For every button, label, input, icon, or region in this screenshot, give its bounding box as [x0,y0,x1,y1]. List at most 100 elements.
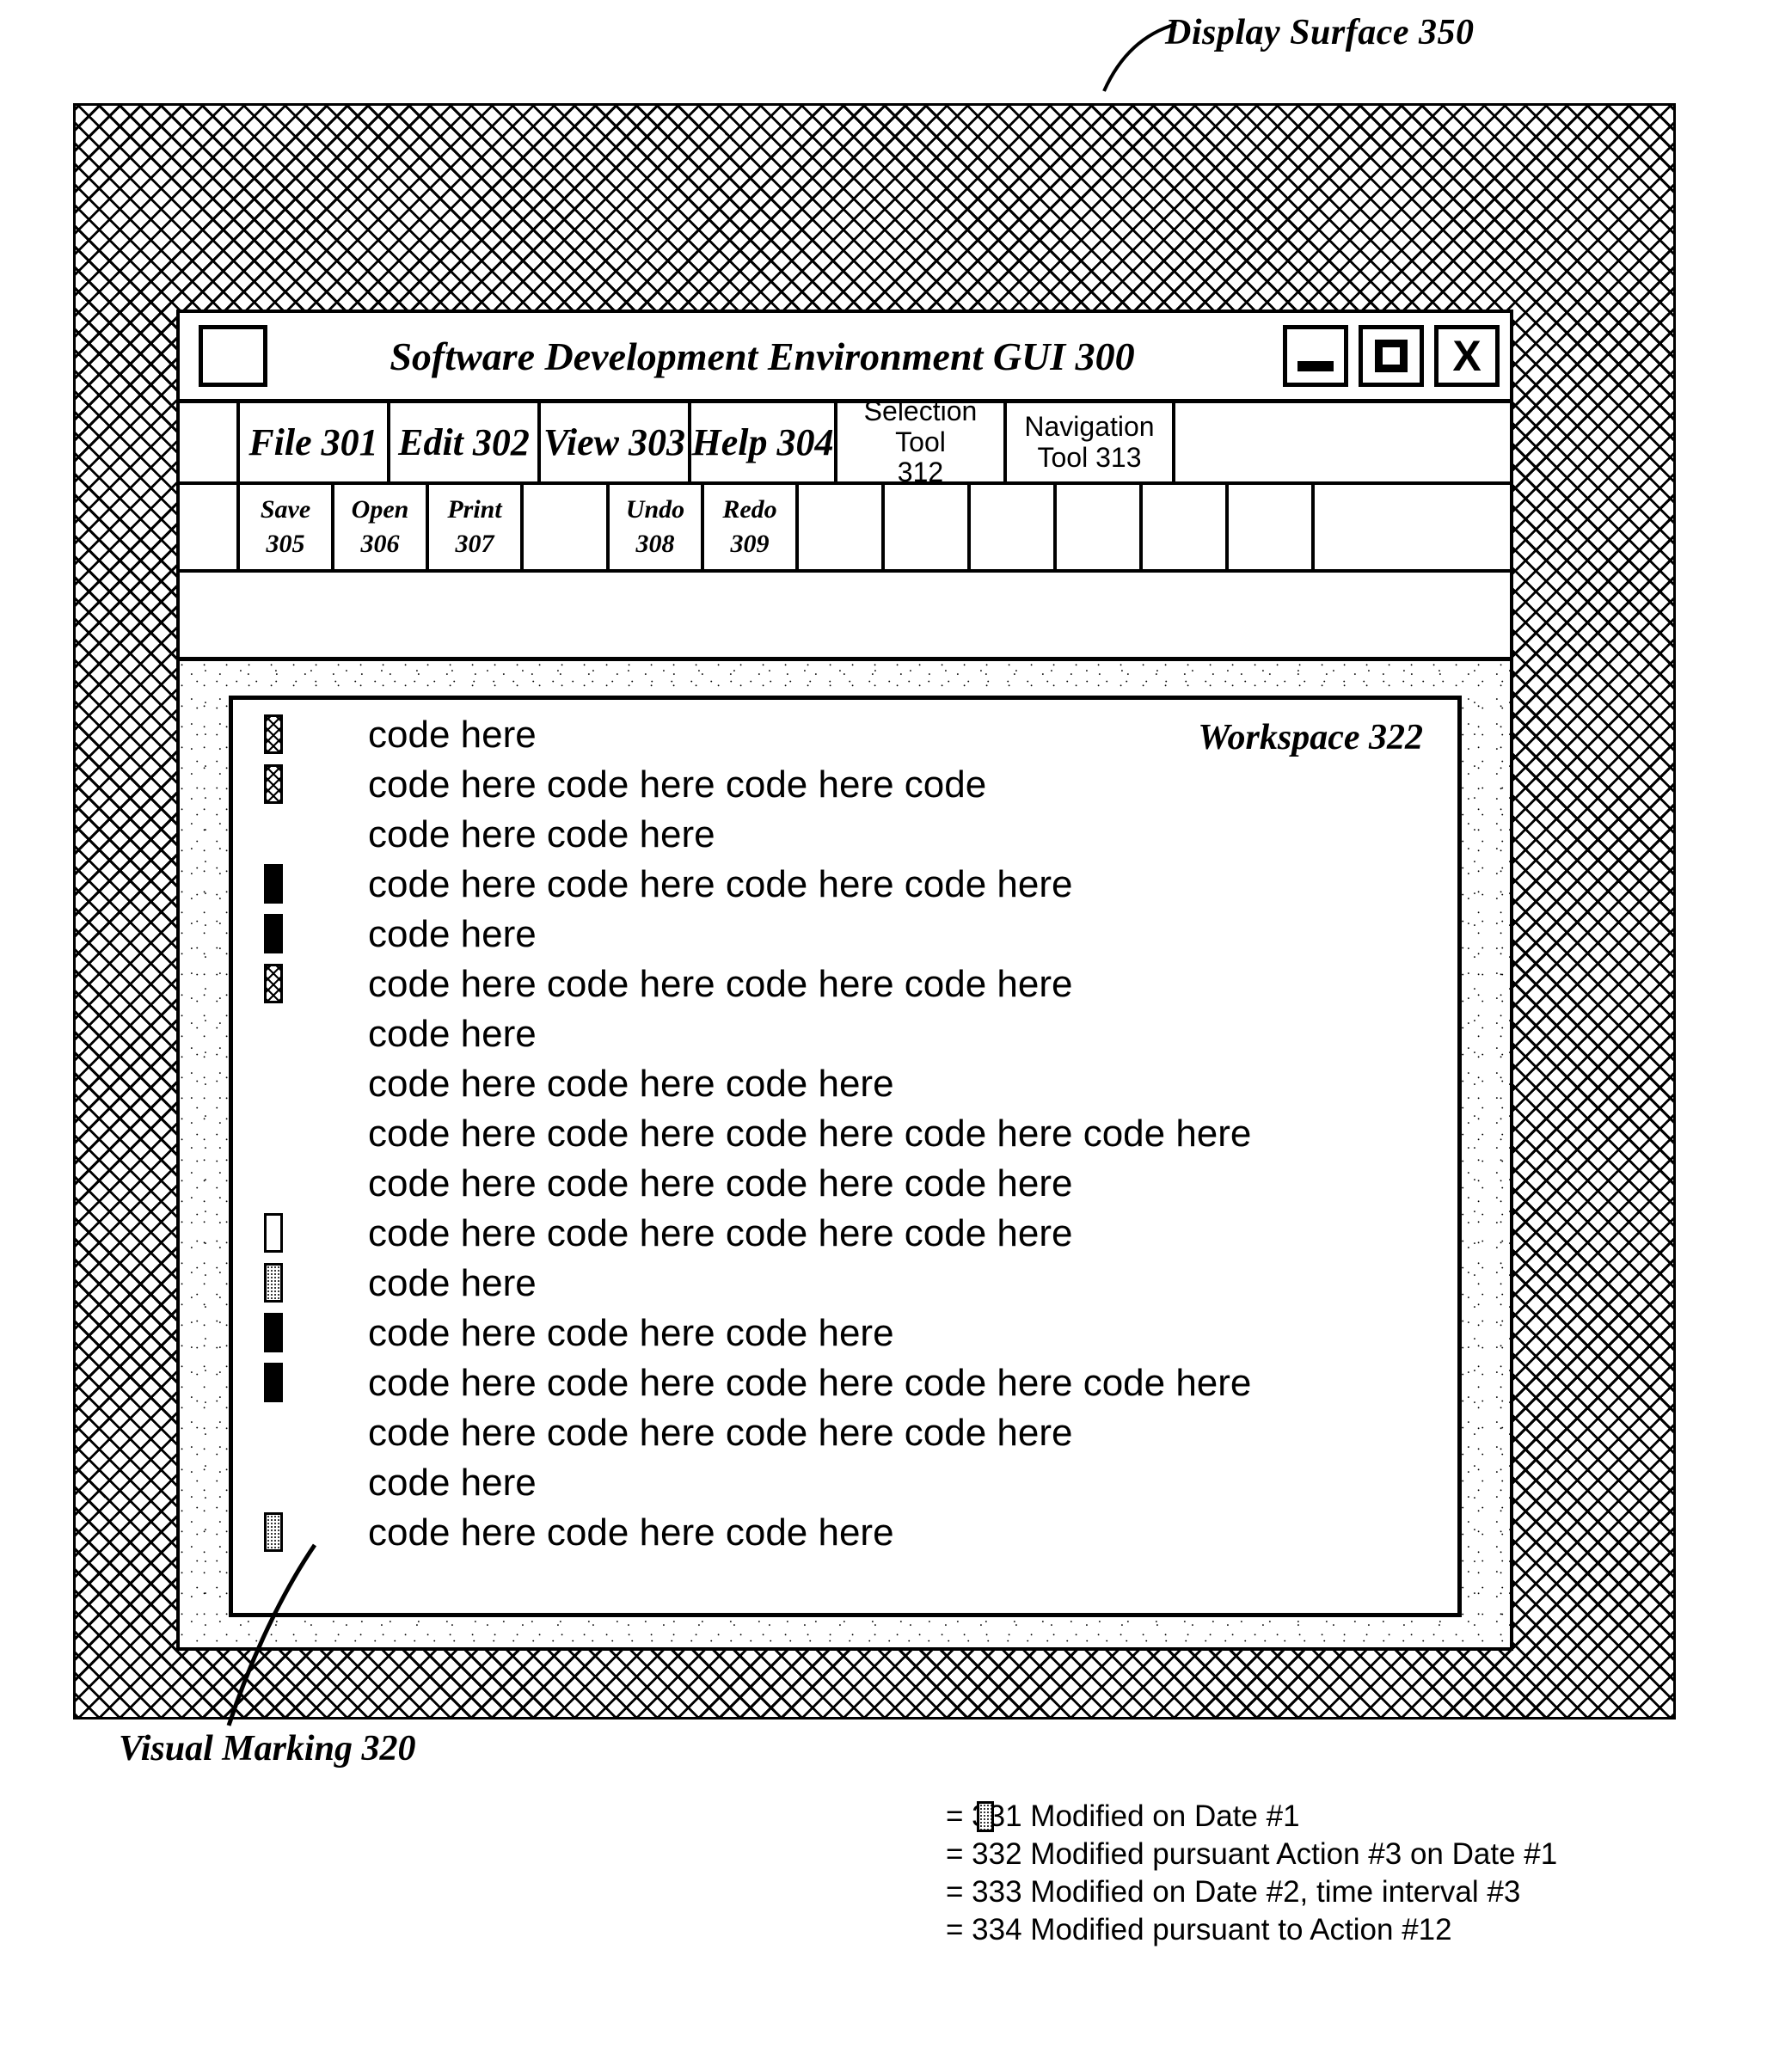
code-line[interactable]: code here [233,1259,1457,1309]
toolbar-redo-number: 309 [730,530,770,558]
code-line-text: code here code here code here code here [368,963,1073,1005]
menu-item-selection-tool[interactable]: Selection Tool 312 [837,395,1007,487]
marker-solid-331-icon[interactable] [264,1363,283,1402]
menu-item-edit[interactable]: Edit 302 [390,403,541,481]
tool-bar-left-spacer [180,485,240,569]
toolbar-button-print[interactable]: Print 307 [429,485,524,569]
code-line[interactable]: code here [233,910,1457,959]
toolbar-button-redo[interactable]: Redo 309 [704,485,799,569]
toolbar-button-empty-6[interactable] [1143,485,1229,569]
code-line-text: code here code here code here [368,1511,894,1554]
code-line-text: code here [368,1262,537,1304]
workspace-pane[interactable]: Workspace 322 code here code here code he… [229,696,1462,1617]
legend-row: = 332 Modified pursuant Action #3 on Dat… [946,1801,1558,1873]
legend-row-text: = 332 Modified pursuant Action #3 on Dat… [946,1836,1558,1871]
toolbar-save-label: Save [260,495,311,524]
menu-bar: File 301 Edit 302 View 303 Help 304 Sele… [180,395,1510,487]
toolbar-save-number: 305 [266,530,305,558]
menu-item-file[interactable]: File 301 [240,403,390,481]
window-title: Software Development Environment GUI 300 [390,334,1135,378]
navigation-tool-line2: Tool 313 [1037,441,1142,473]
code-line[interactable]: code here code here code here code here [233,1159,1457,1209]
toolbar-print-label: Print [447,495,502,524]
code-line[interactable]: code here code here code here code here [233,860,1457,910]
menu-item-help-label: Help 304 [691,421,834,463]
display-surface-callout-label: Display Surface 350 [1165,13,1475,52]
toolbar-button-empty-5[interactable] [1057,485,1143,569]
visual-marking-callout-label: Visual Marking 320 [119,1729,416,1769]
toolbar-button-undo[interactable]: Undo 308 [610,485,704,569]
visual-marking-leader-line [226,1543,317,1726]
code-line[interactable]: code here code here code here code here [233,1209,1457,1259]
code-line-text: code here code here code here code here [368,1412,1073,1454]
tool-bar: Save 305 Open 306 Print 307 Undo 308 Red… [180,485,1510,573]
close-icon: X [1452,332,1481,380]
menu-item-view[interactable]: View 303 [541,403,691,481]
menu-item-help[interactable]: Help 304 [691,403,837,481]
code-line-text: code here code here code here code [368,763,987,806]
toolbar-button-empty-4[interactable] [971,485,1057,569]
code-line[interactable]: code here code here code here code here [233,959,1457,1009]
code-line[interactable]: code here code here [233,810,1457,860]
code-line-text: code here [368,714,537,756]
title-bar: Software Development Environment GUI 300… [180,313,1510,403]
legend-row: = 334 Modified pursuant to Action #12 [946,1801,1557,1948]
close-button[interactable]: X [1434,325,1500,387]
code-line-text: code here code here code here code here [368,863,1073,905]
application-window: Software Development Environment GUI 300… [176,310,1513,1651]
code-line[interactable]: code here [233,1009,1457,1059]
minimize-button[interactable] [1283,325,1348,387]
code-line[interactable]: code here code here code here [233,1309,1457,1358]
menu-item-edit-label: Edit 302 [398,421,530,463]
code-line[interactable]: code here [233,1458,1457,1508]
marker-hatched-332-icon[interactable] [264,964,283,1003]
selection-tool-line2: 312 [897,457,944,488]
marker-hollow-333-icon[interactable] [264,1213,283,1253]
menu-item-navigation-tool[interactable]: Navigation Tool 313 [1007,403,1175,481]
legend-row-text: = 334 Modified pursuant to Action #12 [946,1912,1452,1946]
marker-stippled-334-icon[interactable] [264,1263,283,1303]
menu-bar-right-spacer [1175,403,1510,481]
code-line[interactable]: code here [233,710,1457,760]
code-line[interactable]: code here code here code here code here [233,1408,1457,1458]
code-line-text: code here code here code here code here [368,1162,1073,1205]
code-line[interactable]: code here code here code here [233,1508,1457,1558]
code-line-text: code here code here [368,813,715,855]
code-line[interactable]: code here code here code here code [233,760,1457,810]
code-line-text: code here code here code here code here … [368,1362,1252,1404]
tool-bar-right-spacer [1315,485,1510,569]
code-line-text: code here code here code here [368,1312,894,1354]
toolbar-button-empty-7[interactable] [1229,485,1315,569]
code-line-text: code here code here code here [368,1063,894,1105]
marker-solid-331-icon[interactable] [264,864,283,904]
code-line[interactable]: code here code here code here code here … [233,1109,1457,1159]
legend-row-text: = 331 Modified on Date #1 [946,1799,1300,1833]
marker-hatched-332-icon[interactable] [264,764,283,804]
marker-solid-331-icon[interactable] [264,1313,283,1352]
toolbar-undo-label: Undo [625,495,685,524]
selection-tool-line1: Selection Tool [863,395,978,457]
menu-bar-left-spacer [180,403,240,481]
code-line-text: code here code here code here code here … [368,1113,1252,1155]
maximize-icon [1375,340,1408,372]
navigation-tool-line1: Navigation [1024,410,1155,442]
marker-solid-331-icon[interactable] [264,914,283,953]
toolbar-button-empty-3[interactable] [885,485,971,569]
toolbar-button-empty-1[interactable] [524,485,610,569]
toolbar-button-save[interactable]: Save 305 [240,485,334,569]
menu-item-view-label: View 303 [543,421,686,463]
toolbar-button-empty-2[interactable] [799,485,885,569]
code-line-text: code here code here code here code here [368,1212,1073,1254]
menu-item-selection-tool-label: Selection Tool 312 [837,395,1003,488]
toolbar-print-number: 307 [455,530,494,558]
menu-item-navigation-tool-label: Navigation Tool 313 [1024,410,1155,474]
maximize-button[interactable] [1359,325,1424,387]
toolbar-undo-number: 308 [635,530,675,558]
toolbar-redo-label: Redo [722,495,777,524]
toolbar-button-open[interactable]: Open 306 [334,485,429,569]
marker-hatched-332-icon[interactable] [264,714,283,754]
legend-row: = 331 Modified on Date #1 [946,1797,1557,1835]
code-line[interactable]: code here code here code here code here … [233,1358,1457,1408]
legend-row: = 333 Modified on Date #2, time interval… [946,1801,1557,1910]
code-line[interactable]: code here code here code here [233,1059,1457,1109]
